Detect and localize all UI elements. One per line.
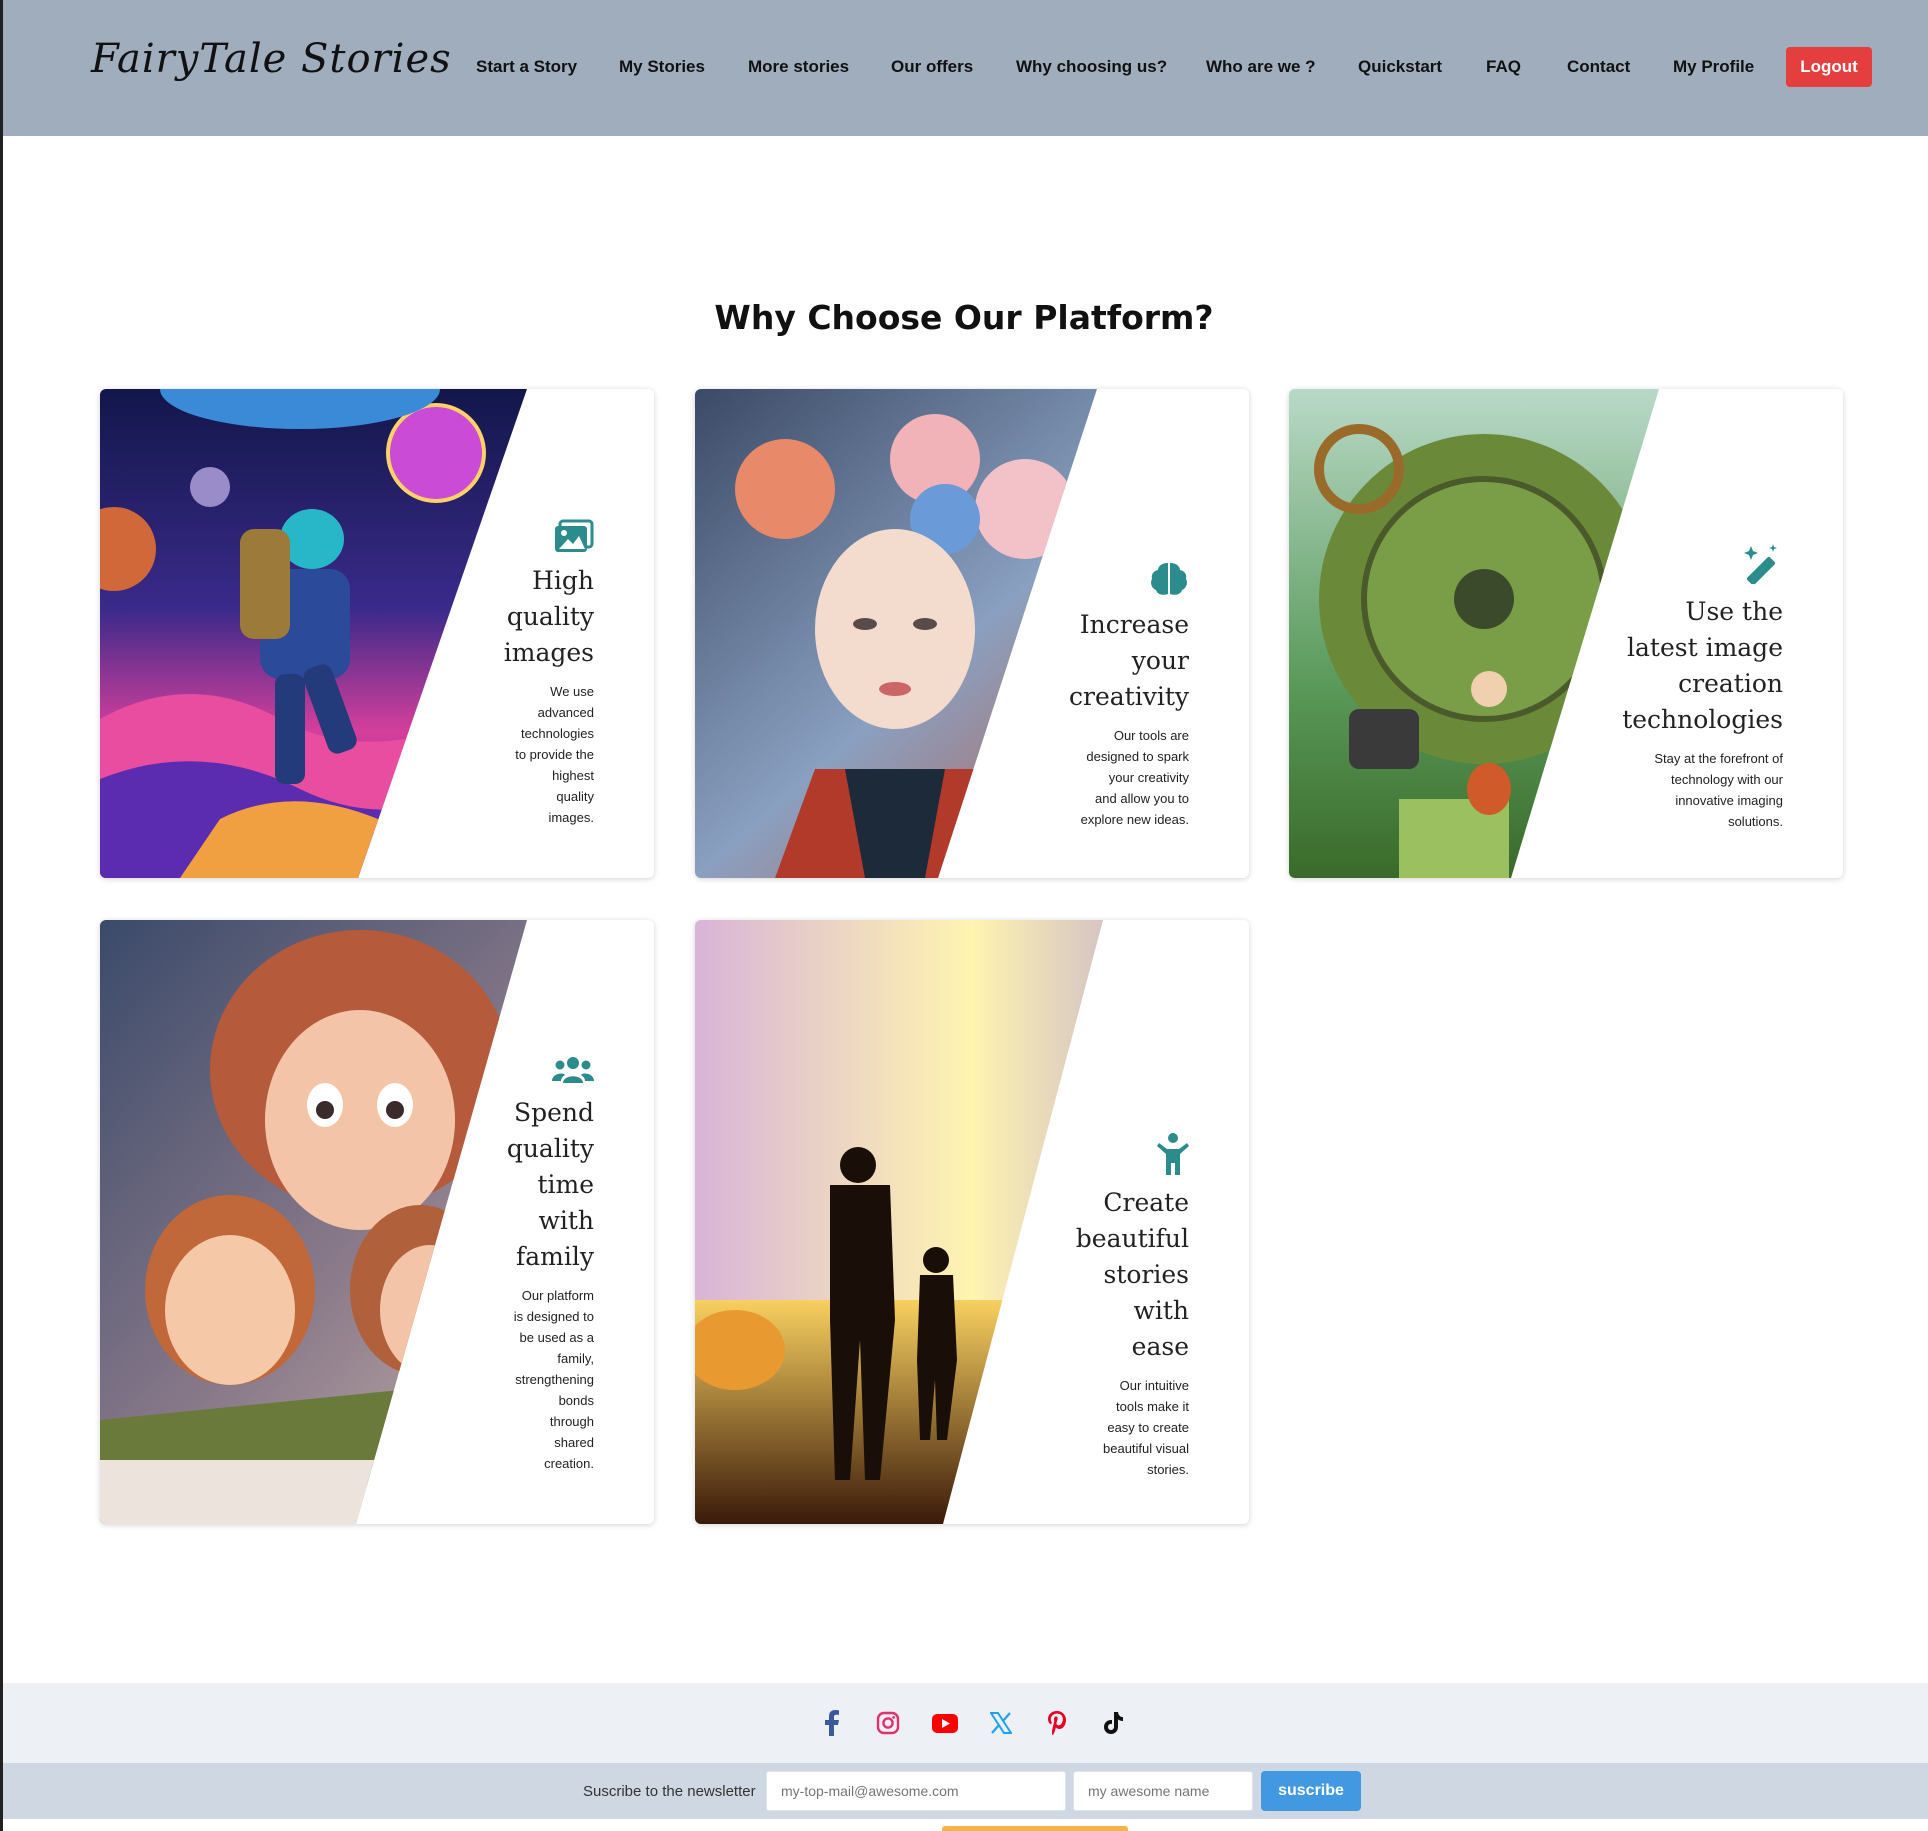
newsletter-bar: Suscribe to the newsletter suscribe [3,1763,1928,1819]
subscribe-button[interactable]: suscribe [1261,1771,1361,1811]
instagram-icon[interactable] [871,1706,905,1740]
logout-button[interactable]: Logout [1786,47,1872,87]
feature-card-create-stories: Create beautiful stories with ease Our i… [695,920,1249,1524]
nav-my-profile[interactable]: My Profile [1673,57,1754,77]
window-edge [0,0,3,1831]
card-text: High quality images We use advanced tech… [454,519,594,828]
nav-our-offers[interactable]: Our offers [891,57,973,77]
page-title: Why Choose Our Platform? [714,298,1214,337]
nav-more-stories[interactable]: More stories [748,57,849,77]
card-heading: Spend quality time with family [506,1098,594,1271]
footer-bottom-bar [942,1826,1128,1831]
card-heading: High quality images [503,566,594,667]
facebook-icon[interactable] [815,1706,849,1740]
nav-my-stories[interactable]: My Stories [619,57,705,77]
card-text: Use the latest image creation technologi… [1563,544,1783,832]
newsletter-email-input[interactable] [766,1771,1066,1811]
nav-why-choosing-us[interactable]: Why choosing us? [1016,57,1167,77]
card-description: Stay at the forefront of technology with… [1654,751,1783,829]
card-heading: Create beautiful stories with ease [1075,1188,1189,1361]
card-description: Our intuitive tools make it easy to crea… [1103,1378,1189,1477]
feature-card-family-time: Spend quality time with family Our platf… [100,920,654,1524]
newsletter-name-input[interactable] [1073,1771,1253,1811]
tiktok-icon[interactable] [1096,1706,1130,1740]
pinterest-icon[interactable] [1040,1706,1074,1740]
card-heading: Increase your creativity [1069,610,1189,711]
card-description: Our platform is designed to be used as a… [513,1288,594,1471]
newsletter-label: Suscribe to the newsletter [583,1783,756,1800]
card-text: Spend quality time with family Our platf… [454,1055,594,1474]
nav-start-story[interactable]: Start a Story [476,57,577,77]
feature-card-latest-technologies: Use the latest image creation technologi… [1289,389,1843,878]
nav-faq[interactable]: FAQ [1486,57,1521,77]
users-icon [552,1057,594,1083]
feature-card-creativity: Increase your creativity Our tools are d… [695,389,1249,878]
card-text: Increase your creativity Our tools are d… [1009,561,1189,830]
youtube-icon[interactable] [928,1706,962,1740]
magic-wand-icon [1744,544,1777,584]
card-heading: Use the latest image creation technologi… [1622,597,1783,734]
main-nav: Start a Story My Stories More stories Ou… [3,0,1928,136]
nav-who-are-we[interactable]: Who are we ? [1206,57,1316,77]
social-links-bar [3,1683,1928,1763]
feature-card-quality-images: High quality images We use advanced tech… [100,389,654,878]
child-icon [1157,1133,1189,1175]
images-icon [555,519,594,552]
card-description: Our tools are designed to spark your cre… [1080,728,1189,827]
x-twitter-icon[interactable] [984,1706,1018,1740]
card-text: Create beautiful stories with ease Our i… [1029,1133,1189,1480]
nav-contact[interactable]: Contact [1567,57,1630,77]
card-description: We use advanced technologies to provide … [515,684,594,825]
nav-quickstart[interactable]: Quickstart [1358,57,1442,77]
site-header: FairyTale Stories Start a Story My Stori… [3,0,1928,136]
brain-icon [1151,563,1187,595]
